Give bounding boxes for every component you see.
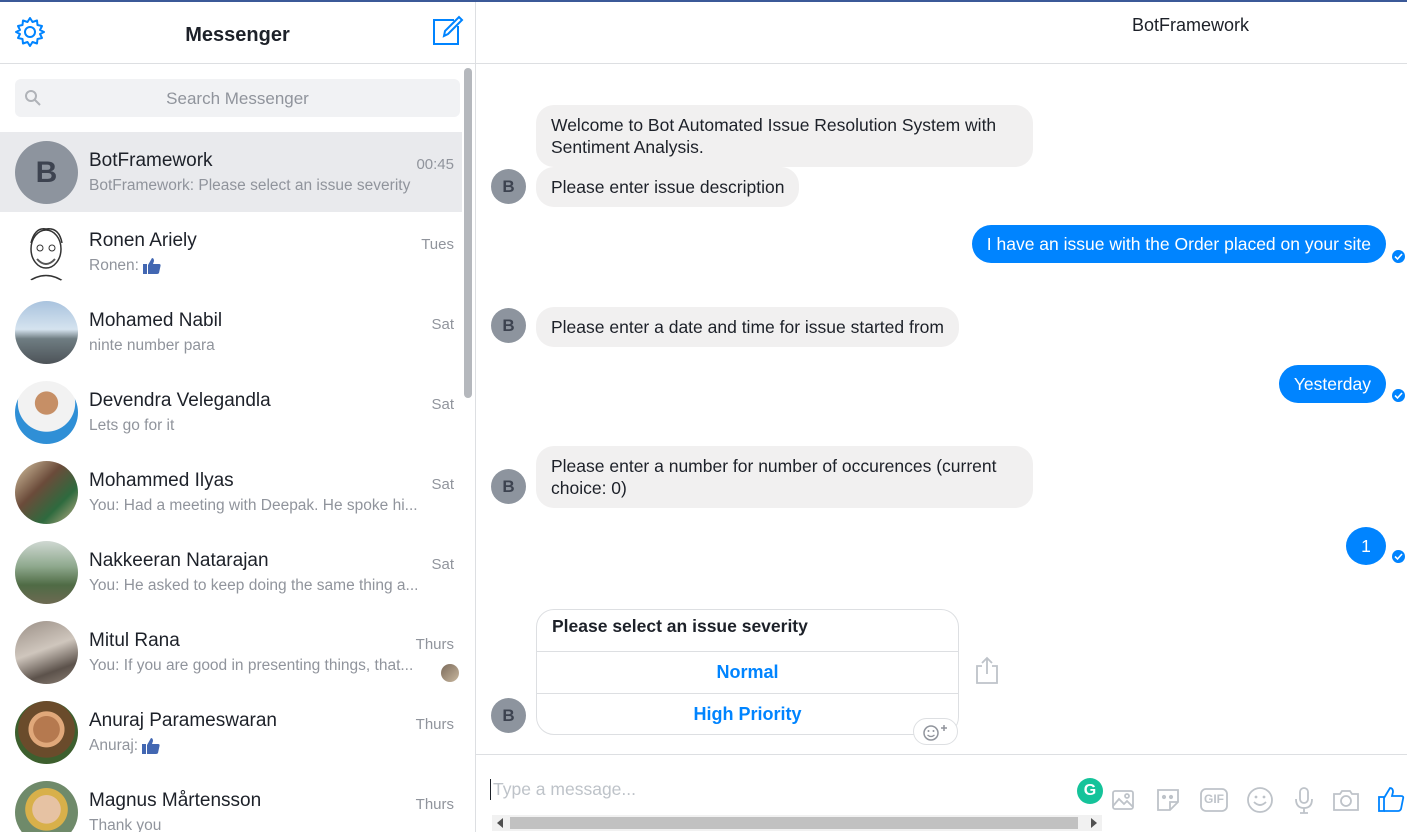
- conversation-snippet: ninte number para: [89, 337, 215, 354]
- thumbs-up-icon: [142, 258, 161, 274]
- seen-avatar: [441, 664, 459, 682]
- bot-avatar: B: [491, 469, 526, 504]
- sidebar-scrollbar[interactable]: [464, 68, 472, 398]
- user-message: 1: [1346, 527, 1386, 565]
- conversation-snippet: BotFramework: Please select an issue sev…: [89, 177, 411, 194]
- conversation-time: Sat: [431, 556, 454, 573]
- avatar: [15, 701, 78, 764]
- chat-panel: BotFramework Welcome to Bot Automated Is…: [476, 2, 1407, 832]
- conversation-name: BotFramework: [89, 150, 213, 171]
- conversation-item-devendra-velegandla[interactable]: Devendra Velegandla Sat Lets go for it: [0, 372, 462, 452]
- conversation-item-anuraj-parameswaran[interactable]: Anuraj Parameswaran Thurs Anuraj:: [0, 692, 462, 772]
- chat-title: BotFramework: [1132, 15, 1250, 35]
- sidebar-title: Messenger: [185, 24, 290, 46]
- emoji-icon[interactable]: [1245, 785, 1275, 815]
- scrollbar-thumb[interactable]: [510, 817, 1078, 829]
- conversation-snippet: You: If you are good in presenting thing…: [89, 657, 414, 674]
- conversation-name: Anuraj Parameswaran: [89, 710, 277, 731]
- conversation-snippet: Anuraj:: [89, 737, 434, 755]
- bot-avatar: B: [491, 698, 526, 733]
- avatar: [15, 781, 78, 832]
- conversation-item-mitul-rana[interactable]: Mitul Rana Thurs You: If you are good in…: [0, 612, 462, 692]
- snippet-sender: Anuraj:: [89, 737, 139, 755]
- severity-card: Please select an issue severity Normal H…: [536, 609, 959, 735]
- chat-header: BotFramework: [476, 2, 1407, 64]
- conversation-item-ronen-ariely[interactable]: Ronen Ariely Tues Ronen:: [0, 212, 462, 292]
- like-button-icon[interactable]: [1376, 785, 1406, 815]
- add-reaction-button[interactable]: [913, 718, 958, 745]
- option-normal-button[interactable]: Normal: [537, 651, 958, 692]
- conversation-time: Thurs: [415, 796, 454, 813]
- conversation-name: Ronen Ariely: [89, 230, 197, 251]
- grammarly-icon[interactable]: G: [1077, 778, 1103, 804]
- user-message: Yesterday: [1278, 365, 1386, 403]
- conversation-item-mohammed-ilyas[interactable]: Mohammed Ilyas Sat You: Had a meeting wi…: [0, 452, 462, 532]
- conversation-sidebar: Messenger Search Messenger B BotFramewor…: [0, 2, 476, 832]
- compose-icon[interactable]: [430, 14, 464, 48]
- avatar: [15, 621, 78, 684]
- conversation-name: Mohamed Nabil: [89, 310, 223, 331]
- avatar: [15, 541, 78, 604]
- delivered-check-icon: [1392, 389, 1405, 402]
- conversation-snippet: Lets go for it: [89, 417, 175, 434]
- conversation-time: Thurs: [415, 636, 454, 653]
- conversation-name: Mitul Rana: [89, 630, 180, 651]
- sidebar-header: Messenger: [0, 2, 475, 64]
- bot-message: Please enter issue description: [536, 167, 800, 207]
- conversation-item-nakkeeran-natarajan[interactable]: Nakkeeran Natarajan Sat You: He asked to…: [0, 532, 462, 612]
- avatar: [15, 301, 78, 364]
- avatar: [15, 221, 78, 284]
- card-title: Please select an issue severity: [552, 616, 808, 636]
- sticker-icon[interactable]: [1153, 785, 1183, 815]
- avatar: [15, 381, 78, 444]
- conversation-snippet: You: Had a meeting with Deepak. He spoke…: [89, 497, 418, 514]
- conversation-item-mohamed-nabil[interactable]: Mohamed Nabil Sat ninte number para: [0, 292, 462, 372]
- camera-icon[interactable]: [1331, 785, 1361, 815]
- scroll-left-arrow-icon[interactable]: [497, 818, 503, 828]
- conversation-name: Mohammed Ilyas: [89, 470, 234, 491]
- conversation-snippet: You: He asked to keep doing the same thi…: [89, 577, 419, 594]
- avatar: [15, 461, 78, 524]
- delivered-check-icon: [1392, 550, 1405, 563]
- conversation-snippet: Thank you: [89, 817, 162, 832]
- option-high-priority-button[interactable]: High Priority: [537, 693, 958, 734]
- snippet-sender: Ronen:: [89, 257, 139, 275]
- conversation-name: Nakkeeran Natarajan: [89, 550, 269, 571]
- user-message: I have an issue with the Order placed on…: [971, 225, 1386, 263]
- bot-avatar: B: [491, 308, 526, 343]
- conversation-time: 00:45: [416, 156, 454, 173]
- search-input[interactable]: Search Messenger: [15, 79, 460, 117]
- microphone-icon[interactable]: [1289, 785, 1319, 815]
- message-input[interactable]: Type a message...: [490, 779, 636, 800]
- sketch-portrait-icon: [24, 228, 68, 284]
- smiley-plus-icon: [923, 725, 947, 741]
- conversation-time: Sat: [431, 396, 454, 413]
- conversation-time: Sat: [431, 476, 454, 493]
- horizontal-scrollbar[interactable]: [492, 815, 1102, 831]
- search-placeholder: Search Messenger: [166, 89, 309, 108]
- conversation-name: Magnus Mårtensson: [89, 790, 262, 811]
- bot-avatar: B: [491, 169, 526, 204]
- gif-label: GIF: [1204, 792, 1224, 806]
- message-composer: Type a message... G GIF: [476, 754, 1407, 832]
- image-icon[interactable]: [1108, 785, 1138, 815]
- share-icon[interactable]: [974, 655, 1000, 685]
- conversation-time: Sat: [431, 316, 454, 333]
- scroll-right-arrow-icon[interactable]: [1091, 818, 1097, 828]
- bot-message: Please enter a number for number of occu…: [536, 446, 1033, 508]
- conversation-time: Tues: [421, 236, 454, 253]
- conversation-item-magnus-martensson[interactable]: Magnus Mårtensson Thurs Thank you: [0, 772, 462, 832]
- gif-icon[interactable]: GIF: [1199, 785, 1229, 815]
- avatar: B: [15, 141, 78, 204]
- conversation-time: Thurs: [415, 716, 454, 733]
- bot-message: Welcome to Bot Automated Issue Resolutio…: [536, 105, 1033, 167]
- thumbs-up-icon: [142, 738, 160, 754]
- bot-message: Please enter a date and time for issue s…: [536, 307, 959, 347]
- delivered-check-icon: [1392, 250, 1405, 263]
- conversation-name: Devendra Velegandla: [89, 390, 271, 411]
- conversation-item-botframework[interactable]: B BotFramework 00:45 BotFramework: Pleas…: [0, 132, 462, 212]
- conversation-snippet: Ronen:: [89, 257, 434, 275]
